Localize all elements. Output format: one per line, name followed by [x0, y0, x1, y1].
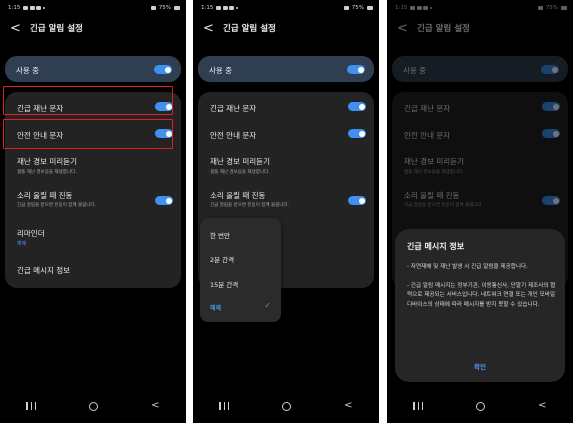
dialog-paragraph-1: - 자연재해 및 재난 발생 시 긴급 알림을 제공합니다. — [407, 264, 528, 270]
safety-text-row[interactable]: 안전 안내 문자 — [198, 120, 374, 148]
nav-bar: < — [387, 395, 573, 417]
status-time: 1:15 — [8, 4, 21, 11]
disaster-text-row[interactable]: 긴급 재난 문자 — [198, 92, 374, 120]
master-switch-row[interactable]: 사용 중 — [5, 56, 181, 82]
home-icon[interactable] — [476, 401, 486, 411]
master-switch-row[interactable]: 사용 중 — [198, 56, 374, 82]
vibrate-label: 소리 울릴 때 진동 — [17, 191, 73, 200]
battery-percent: 75% — [351, 4, 364, 11]
preview-label: 재난 경보 미리듣기 — [210, 157, 270, 166]
reminder-option-2min[interactable]: 2분 간격 — [210, 254, 234, 264]
status-time: 1:15 — [201, 4, 214, 11]
reminder-options-menu: 한 번만 2분 간격 15분 간격 해제 ✓ — [200, 218, 281, 322]
status-bar: 1:15 75% — [193, 0, 379, 12]
preview-label: 재난 경보 미리듣기 — [17, 157, 77, 166]
reminder-label: 리마인더 — [17, 229, 45, 238]
signal-icon — [150, 5, 156, 10]
dialog-title: 긴급 메시지 정보 — [407, 242, 465, 251]
notification-icons — [23, 5, 45, 10]
vibrate-row[interactable]: 소리 울릴 때 진동 긴급 알림을 받으면 진동이 함께 울립니다. — [5, 184, 181, 214]
home-icon[interactable] — [89, 401, 99, 411]
master-switch-label: 사용 중 — [16, 66, 40, 75]
notification-icons — [216, 5, 238, 10]
highlight-box-safety — [3, 119, 173, 149]
master-toggle[interactable] — [347, 65, 365, 74]
recent-apps-icon[interactable] — [219, 402, 230, 410]
vibrate-toggle[interactable] — [155, 196, 173, 205]
vibrate-label: 소리 울릴 때 진동 — [210, 191, 266, 200]
master-switch-label: 사용 중 — [209, 66, 233, 75]
info-dialog: 긴급 메시지 정보 - 자연재해 및 재난 발생 시 긴급 알림을 제공합니다.… — [395, 229, 565, 382]
dialog-paragraph-2: - 긴급 알림 메시지는 정부기관, 이동통신사, 단말기 제조사의 협력으로 … — [407, 282, 556, 308]
vibrate-sub: 긴급 알림을 받으면 진동이 함께 울립니다. — [17, 203, 96, 208]
reminder-value: 해제 — [17, 241, 27, 247]
info-label: 긴급 메시지 정보 — [17, 266, 71, 275]
back-arrow-icon[interactable]: < — [203, 22, 217, 35]
vibrate-sub: 긴급 알림을 받으면 진동이 함께 울립니다. — [210, 203, 289, 208]
recent-apps-icon[interactable] — [413, 402, 424, 410]
nav-bar: < — [0, 395, 186, 417]
home-icon[interactable] — [282, 401, 292, 411]
reminder-option-once[interactable]: 한 번만 — [210, 230, 230, 240]
screen-settings-highlighted: 1:15 75% < 긴급 알림 설정 사용 중 긴급 재난 문자 안전 안내 … — [0, 0, 186, 423]
reminder-option-15min[interactable]: 15분 간격 — [210, 279, 238, 289]
safety-text-toggle[interactable] — [348, 129, 366, 138]
preview-sub: 샘플 재난 경보음을 재생합니다. — [17, 170, 77, 175]
battery-percent: 75% — [158, 4, 171, 11]
info-row[interactable]: 긴급 메시지 정보 — [5, 258, 181, 284]
preview-row[interactable]: 재난 경보 미리듣기 샘플 재난 경보음을 재생합니다. — [198, 150, 374, 180]
vibrate-row[interactable]: 소리 울릴 때 진동 긴급 알림을 받으면 진동이 함께 울립니다. — [198, 184, 374, 214]
screen-info-dialog: 1:15 75% < 긴급 알림 설정 사용 중 긴급 재난 문자 안전 안내 … — [387, 0, 573, 423]
battery-icon — [174, 5, 180, 10]
reminder-row[interactable]: 리마인더 해제 — [5, 224, 181, 254]
safety-text-label: 안전 안내 문자 — [210, 131, 257, 140]
signal-icon — [343, 5, 349, 10]
nav-back-icon[interactable]: < — [151, 401, 159, 411]
disaster-text-toggle[interactable] — [348, 102, 366, 111]
nav-back-icon[interactable]: < — [344, 401, 352, 411]
vibrate-toggle[interactable] — [348, 196, 366, 205]
nav-back-icon[interactable]: < — [538, 401, 546, 411]
status-bar: 1:15 75% — [0, 0, 186, 12]
app-bar: < 긴급 알림 설정 — [193, 16, 379, 40]
master-toggle[interactable] — [154, 65, 172, 74]
page-title: 긴급 알림 설정 — [223, 24, 276, 34]
battery-icon — [367, 5, 373, 10]
recent-apps-icon[interactable] — [26, 402, 37, 410]
back-arrow-icon[interactable]: < — [10, 22, 24, 35]
dialog-body: - 자연재해 및 재난 발생 시 긴급 알림을 제공합니다. - 긴급 알림 메… — [407, 263, 559, 319]
ok-button[interactable]: 확인 — [395, 361, 565, 371]
preview-row[interactable]: 재난 경보 미리듣기 샘플 재난 경보음을 재생합니다. — [5, 150, 181, 180]
highlight-box-disaster — [3, 86, 173, 115]
nav-bar: < — [193, 395, 379, 417]
preview-sub: 샘플 재난 경보음을 재생합니다. — [210, 170, 270, 175]
screen-reminder-menu: 1:15 75% < 긴급 알림 설정 사용 중 긴급 재난 문자 안전 안내 … — [193, 0, 379, 423]
page-title: 긴급 알림 설정 — [30, 24, 83, 34]
check-icon: ✓ — [264, 301, 271, 310]
reminder-option-off[interactable]: 해제 — [210, 303, 221, 312]
app-bar: < 긴급 알림 설정 — [0, 16, 186, 40]
disaster-text-label: 긴급 재난 문자 — [210, 104, 257, 113]
